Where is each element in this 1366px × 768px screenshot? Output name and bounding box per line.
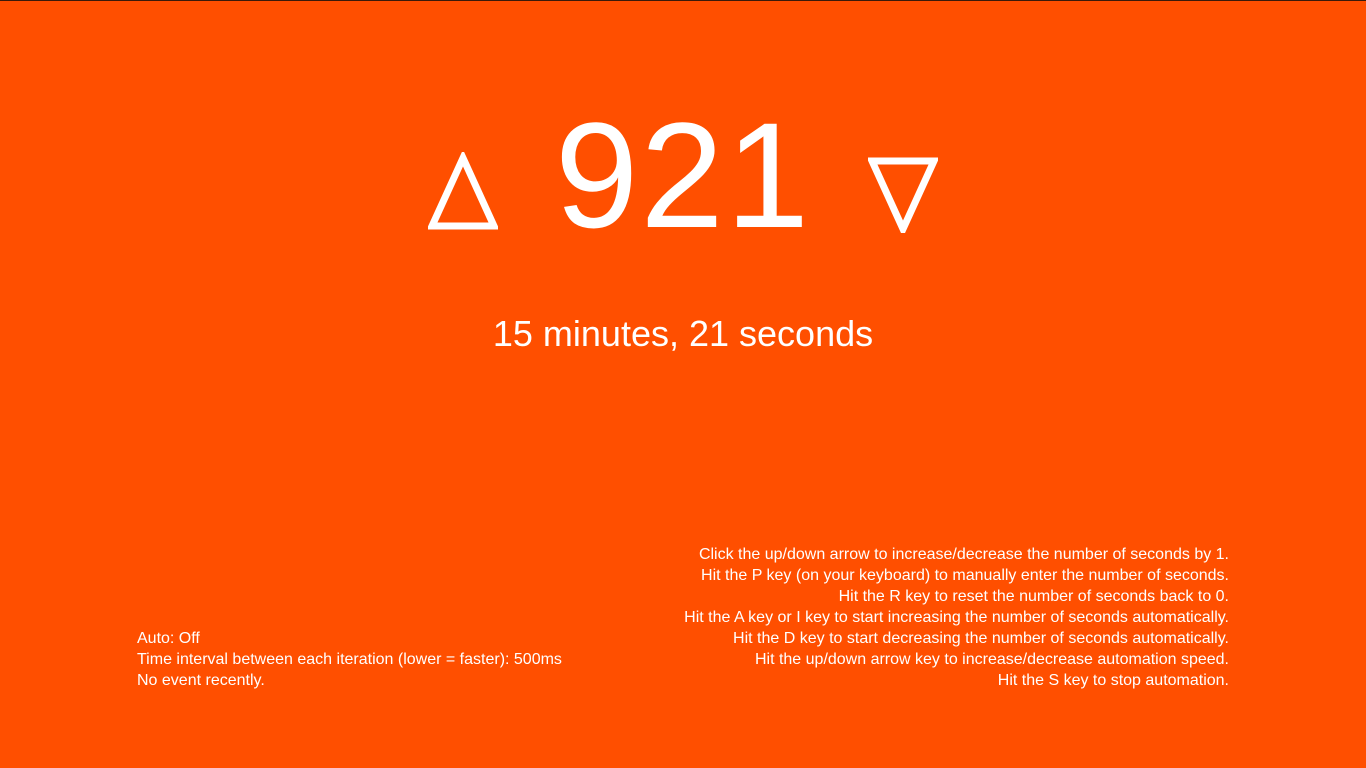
help-line: Hit the P key (on your keyboard) to manu… bbox=[701, 567, 1229, 584]
down-triangle-icon bbox=[866, 157, 940, 238]
event-status: No event recently. bbox=[137, 672, 265, 689]
auto-status: Auto: Off bbox=[137, 630, 200, 647]
help-line: Hit the up/down arrow key to increase/de… bbox=[754, 651, 1229, 668]
help-line: Hit the R key to reset the number of sec… bbox=[838, 588, 1229, 605]
status-panel: Auto: Off Time interval between each ite… bbox=[137, 628, 562, 691]
window-top-border bbox=[0, 0, 1366, 1]
help-line: Hit the D key to start decreasing the nu… bbox=[733, 630, 1229, 647]
interval-status: Time interval between each iteration (lo… bbox=[137, 651, 562, 668]
human-readable-time: 15 minutes, 21 seconds bbox=[492, 313, 874, 354]
up-triangle-icon bbox=[426, 149, 500, 230]
help-instructions: Click the up/down arrow to increase/decr… bbox=[684, 544, 1229, 691]
seconds-counter: 921 bbox=[554, 91, 812, 259]
increment-button[interactable] bbox=[426, 149, 500, 230]
counter-row: 921 bbox=[0, 100, 1366, 250]
help-line: Hit the S key to stop automation. bbox=[997, 672, 1229, 689]
help-line: Hit the A key or I key to start increasi… bbox=[684, 609, 1229, 626]
decrement-button[interactable] bbox=[866, 155, 940, 238]
help-line: Click the up/down arrow to increase/decr… bbox=[698, 546, 1229, 563]
